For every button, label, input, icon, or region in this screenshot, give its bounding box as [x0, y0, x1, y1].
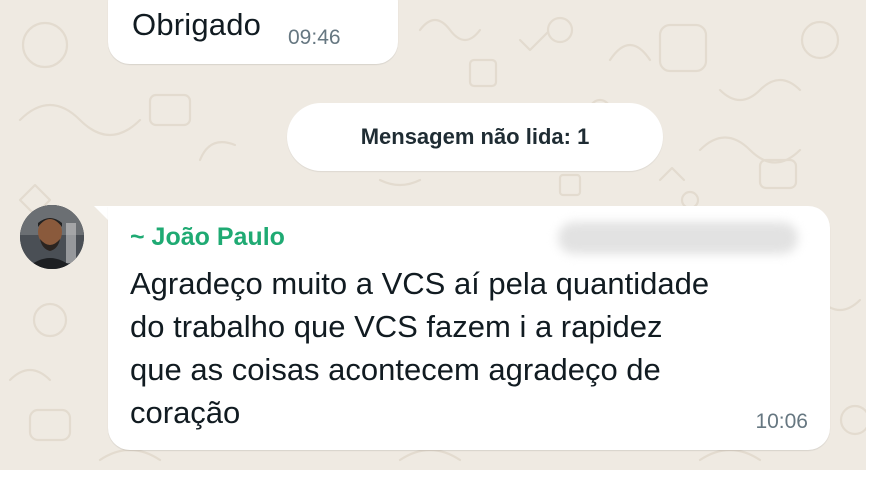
blurred-sender-phone	[558, 222, 798, 254]
unread-messages-divider: Mensagem não lida: 1	[287, 103, 663, 171]
incoming-message-bubble[interactable]: ~ João Paulo Agradeço muito a VCS aí pel…	[108, 206, 830, 450]
chat-area[interactable]: Obrigado 09:46 Mensagem não lida: 1 ~ Jo…	[0, 0, 866, 470]
message-timestamp: 10:06	[755, 410, 808, 433]
message-text: Obrigado	[132, 7, 262, 42]
unread-divider-label: Mensagem não lida: 1	[360, 124, 590, 149]
outgoing-message-bubble[interactable]: Obrigado 09:46	[108, 0, 398, 64]
message-timestamp: 09:46	[288, 26, 341, 49]
sender-name[interactable]: ~ João Paulo	[130, 223, 285, 252]
message-text: Agradeço muito a VCS aí pela quantidade …	[130, 266, 710, 430]
avatar[interactable]	[20, 205, 84, 269]
avatar-photo	[20, 205, 84, 269]
